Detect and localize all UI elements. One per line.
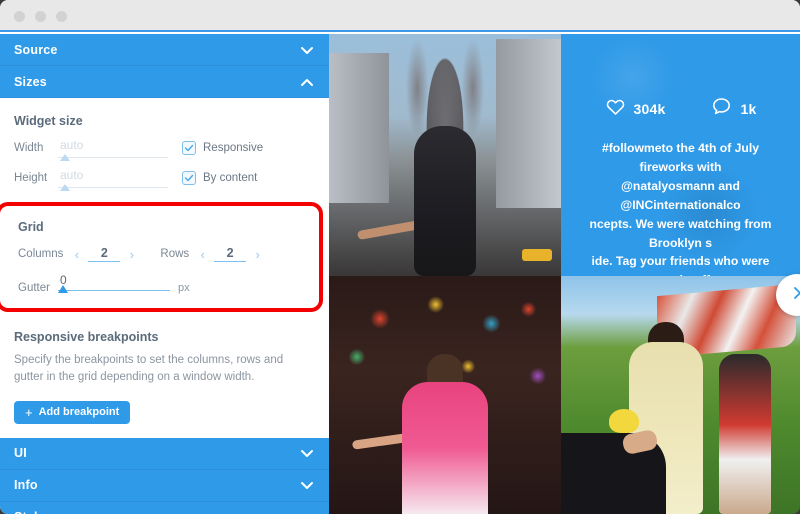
checkbox-icon <box>182 141 196 155</box>
height-input[interactable]: auto <box>58 168 168 191</box>
columns-decrement-button[interactable]: ‹ <box>72 248 81 261</box>
caption-line: ncepts. We were watching from Brooklyn s <box>589 216 772 250</box>
checkbox-icon <box>182 171 196 185</box>
yellow-flower <box>608 409 639 434</box>
rows-label: Rows <box>160 248 190 260</box>
accordion-sizes[interactable]: Sizes <box>0 66 329 98</box>
widget-size-title: Widget size <box>14 114 83 128</box>
chevron-right-icon <box>789 285 800 306</box>
rows-stepper: ‹ 2 › <box>198 246 262 262</box>
post-stats: 304k 1k <box>561 96 800 122</box>
widget-preview-grid: 304k 1k #followmeto the 4th of July fire… <box>329 34 800 514</box>
instagram-post-overlay[interactable]: 304k 1k #followmeto the 4th of July fire… <box>561 34 800 276</box>
breakpoints-title: Responsive breakpoints <box>14 330 159 344</box>
settings-panel: Source Sizes Widget size Width auto Resp… <box>0 34 329 514</box>
accordion-sizes-label: Sizes <box>14 74 47 89</box>
gutter-slider-track <box>57 290 170 291</box>
add-breakpoint-button[interactable]: + Add breakpoint <box>14 400 131 424</box>
comments-stat: 1k <box>711 96 756 122</box>
rows-value[interactable]: 2 <box>214 246 247 262</box>
breakpoints-description: Specify the breakpoints to set the colum… <box>14 354 284 384</box>
rows-decrement-button[interactable]: ‹ <box>198 248 207 261</box>
responsive-checkbox[interactable]: Responsive <box>182 141 263 155</box>
gutter-slider-handle[interactable] <box>57 285 68 293</box>
close-dot[interactable] <box>14 11 25 22</box>
window-controls <box>14 11 67 22</box>
chevron-down-icon <box>299 477 315 493</box>
height-label: Height <box>14 172 48 184</box>
grid-title: Grid <box>18 220 44 234</box>
caption-line: ide. Tag your friends who were caught of… <box>591 254 770 276</box>
width-input[interactable]: auto <box>58 138 168 161</box>
caption-line: @natalyosmann and @INCinternationalco <box>620 178 741 212</box>
height-slider-handle[interactable] <box>60 184 70 191</box>
accordion-ui-label: UI <box>14 446 27 460</box>
gutter-slider[interactable]: 0 <box>57 273 170 294</box>
comments-count: 1k <box>740 101 757 117</box>
photo-cathedral[interactable] <box>329 34 561 276</box>
photo-cathedral-image <box>329 34 561 276</box>
accordion-info[interactable]: Info <box>0 469 329 502</box>
minimize-dot[interactable] <box>35 11 46 22</box>
pink-dress <box>402 382 488 514</box>
accordion-source-label: Source <box>14 42 58 57</box>
photo-park-image <box>561 276 800 514</box>
building-left <box>329 53 390 204</box>
chevron-down-icon <box>299 445 315 461</box>
post-caption: #followmeto the 4th of July fireworks wi… <box>577 139 784 276</box>
accordion-style[interactable]: Style <box>0 501 329 514</box>
width-row: Width auto Responsive <box>0 128 329 161</box>
sizes-panel-body: Widget size Width auto Responsive Height <box>0 98 329 424</box>
responsive-label: Responsive <box>203 142 264 154</box>
columns-increment-button[interactable]: › <box>127 248 136 261</box>
photo-bazaar[interactable] <box>329 276 561 514</box>
likes-stat: 304k <box>605 96 666 122</box>
photo-park[interactable] <box>561 276 800 514</box>
width-slider-handle[interactable] <box>60 154 70 161</box>
columns-value[interactable]: 2 <box>88 246 121 262</box>
caption-line: #followmeto the 4th of July fireworks wi… <box>601 141 760 174</box>
accordion-style-label: Style <box>14 510 45 514</box>
height-placeholder: auto <box>60 168 84 182</box>
grid-section-highlight: Grid Columns ‹ 2 › Rows ‹ 2 › Gutter 0 p… <box>0 202 323 312</box>
photo-bazaar-image <box>329 276 561 514</box>
second-figure <box>719 354 772 514</box>
width-label: Width <box>14 142 44 154</box>
plus-icon: + <box>25 404 33 420</box>
chevron-down-icon <box>299 509 315 514</box>
grid-stepper-row: Columns ‹ 2 › Rows ‹ 2 › <box>0 234 319 262</box>
columns-label: Columns <box>18 248 64 260</box>
by-content-label: By content <box>203 172 258 184</box>
heart-icon <box>605 96 626 122</box>
add-breakpoint-label: Add breakpoint <box>38 406 120 418</box>
woman-figure <box>414 126 476 276</box>
window-titlebar <box>0 0 800 32</box>
chevron-up-icon <box>299 74 315 90</box>
gutter-row: Gutter 0 px <box>0 262 319 294</box>
taxi <box>521 249 552 262</box>
height-row: Height auto By content <box>0 158 329 191</box>
maximize-dot[interactable] <box>56 11 67 22</box>
gutter-label: Gutter <box>18 282 50 294</box>
app-window: Source Sizes Widget size Width auto Resp… <box>0 0 800 514</box>
accordion-source[interactable]: Source <box>0 34 329 66</box>
rows-increment-button[interactable]: › <box>253 248 262 261</box>
by-content-checkbox[interactable]: By content <box>182 171 257 185</box>
columns-stepper: ‹ 2 › <box>72 246 136 262</box>
accordion-info-label: Info <box>14 478 38 492</box>
chevron-down-icon <box>299 42 315 58</box>
width-placeholder: auto <box>60 138 84 152</box>
likes-count: 304k <box>633 101 666 117</box>
building-right <box>496 38 561 209</box>
comment-icon <box>711 96 732 122</box>
accordion-ui[interactable]: UI <box>0 437 329 470</box>
post-overlay: 304k 1k #followmeto the 4th of July fire… <box>561 34 800 276</box>
bottom-accordions: UI Info Style <box>0 437 329 514</box>
gutter-unit: px <box>177 282 190 294</box>
